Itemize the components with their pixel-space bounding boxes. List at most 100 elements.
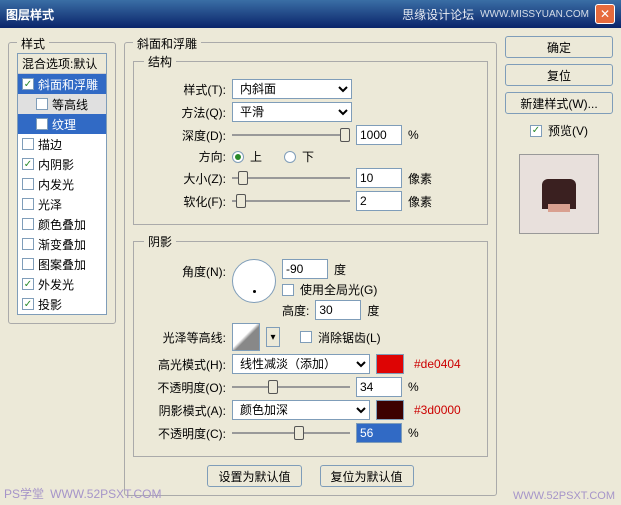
style-item-2[interactable]: 纹理 bbox=[18, 114, 106, 134]
forum-url: WWW.MISSYUAN.COM bbox=[480, 9, 589, 20]
style-checkbox[interactable]: ✓ bbox=[22, 158, 34, 170]
style-checkbox[interactable] bbox=[36, 118, 48, 130]
structure-legend: 结构 bbox=[144, 53, 176, 70]
shading-legend: 阴影 bbox=[144, 233, 176, 250]
style-item-4[interactable]: ✓ 内阴影 bbox=[18, 154, 106, 174]
size-label: 大小(Z): bbox=[144, 170, 226, 187]
shading-group: 阴影 角度(N): 度 使用全局光(G) 高 bbox=[133, 233, 488, 457]
cancel-button[interactable]: 复位 bbox=[505, 64, 613, 86]
antialias-label: 消除锯齿(L) bbox=[318, 329, 381, 346]
highlight-mode-select[interactable]: 线性减淡（添加） bbox=[232, 354, 370, 374]
altitude-input[interactable] bbox=[315, 300, 361, 320]
soften-slider[interactable] bbox=[232, 192, 350, 210]
style-select[interactable]: 内斜面 bbox=[232, 79, 352, 99]
style-checkbox[interactable] bbox=[22, 198, 34, 210]
style-item-label: 颜色叠加 bbox=[38, 216, 86, 233]
angle-label: 角度(N): bbox=[144, 259, 226, 280]
highlight-mode-label: 高光模式(H): bbox=[144, 356, 226, 373]
depth-slider[interactable] bbox=[232, 126, 350, 144]
ok-button[interactable]: 确定 bbox=[505, 36, 613, 58]
depth-input[interactable] bbox=[356, 125, 402, 145]
global-light-label: 使用全局光(G) bbox=[300, 281, 377, 298]
style-checkbox[interactable] bbox=[22, 238, 34, 250]
style-item-label: 描边 bbox=[38, 136, 62, 153]
style-label: 样式(T): bbox=[144, 81, 226, 98]
highlight-opacity-slider[interactable] bbox=[232, 378, 350, 396]
style-checkbox[interactable] bbox=[22, 258, 34, 270]
gloss-contour-dropdown[interactable] bbox=[266, 327, 280, 347]
preview-checkbox[interactable]: ✓ bbox=[530, 125, 542, 137]
preview-label: 预览(V) bbox=[548, 122, 588, 139]
bevel-panel-title: 斜面和浮雕 bbox=[133, 35, 201, 52]
style-checkbox[interactable] bbox=[22, 178, 34, 190]
highlight-hex: #de0404 bbox=[414, 357, 461, 371]
forum-name: 思缘设计论坛 bbox=[402, 6, 474, 23]
highlight-opacity-label: 不透明度(O): bbox=[144, 379, 226, 396]
style-item-label: 内发光 bbox=[38, 176, 74, 193]
styles-list: 混合选项:默认 ✓ 斜面和浮雕等高线纹理描边 ✓ 内阴影内发光光泽颜色叠加渐变叠加图案… bbox=[17, 53, 107, 315]
global-light-checkbox[interactable] bbox=[282, 284, 294, 296]
style-item-label: 内阴影 bbox=[38, 156, 74, 173]
style-item-1[interactable]: 等高线 bbox=[18, 94, 106, 114]
style-item-label: 纹理 bbox=[52, 116, 76, 133]
new-style-button[interactable]: 新建样式(W)... bbox=[505, 92, 613, 114]
soften-label: 软化(F): bbox=[144, 193, 226, 210]
style-item-label: 光泽 bbox=[38, 196, 62, 213]
antialias-checkbox[interactable] bbox=[300, 331, 312, 343]
style-item-label: 斜面和浮雕 bbox=[38, 76, 98, 93]
style-item-label: 投影 bbox=[38, 296, 62, 313]
reset-default-button[interactable]: 复位为默认值 bbox=[320, 465, 414, 487]
style-checkbox[interactable]: ✓ bbox=[22, 278, 34, 290]
direction-up-radio[interactable] bbox=[232, 151, 244, 163]
titlebar: 图层样式 思缘设计论坛 WWW.MISSYUAN.COM ✕ bbox=[0, 0, 621, 28]
style-checkbox[interactable] bbox=[36, 98, 48, 110]
style-item-5[interactable]: 内发光 bbox=[18, 174, 106, 194]
gloss-contour-label: 光泽等高线: bbox=[144, 329, 226, 346]
angle-dial[interactable] bbox=[232, 259, 276, 303]
make-default-button[interactable]: 设置为默认值 bbox=[207, 465, 301, 487]
style-item-10[interactable]: ✓ 外发光 bbox=[18, 274, 106, 294]
shadow-opacity-slider[interactable] bbox=[232, 424, 350, 442]
style-item-8[interactable]: 渐变叠加 bbox=[18, 234, 106, 254]
size-input[interactable] bbox=[356, 168, 402, 188]
soften-input[interactable] bbox=[356, 191, 402, 211]
window-title: 图层样式 bbox=[6, 6, 54, 23]
style-item-label: 图案叠加 bbox=[38, 256, 86, 273]
style-item-6[interactable]: 光泽 bbox=[18, 194, 106, 214]
depth-label: 深度(D): bbox=[144, 127, 226, 144]
shadow-opacity-input[interactable] bbox=[356, 423, 402, 443]
style-item-11[interactable]: ✓ 投影 bbox=[18, 294, 106, 314]
style-item-3[interactable]: 描边 bbox=[18, 134, 106, 154]
technique-select[interactable]: 平滑 bbox=[232, 102, 352, 122]
preview-thumbnail bbox=[519, 154, 599, 234]
style-item-label: 渐变叠加 bbox=[38, 236, 86, 253]
shadow-mode-select[interactable]: 颜色加深 bbox=[232, 400, 370, 420]
direction-down-radio[interactable] bbox=[284, 151, 296, 163]
style-item-9[interactable]: 图案叠加 bbox=[18, 254, 106, 274]
size-slider[interactable] bbox=[232, 169, 350, 187]
structure-group: 结构 样式(T): 内斜面 方法(Q): 平滑 深度(D): % 方向: bbox=[133, 53, 488, 225]
style-checkbox[interactable]: ✓ bbox=[22, 78, 34, 90]
close-icon[interactable]: ✕ bbox=[595, 4, 615, 24]
styles-panel: 样式 混合选项:默认 ✓斜面和浮雕等高线纹理描边✓内阴影内发光光泽颜色叠加渐变叠… bbox=[8, 42, 116, 324]
style-item-label: 等高线 bbox=[52, 96, 88, 113]
style-checkbox[interactable]: ✓ bbox=[22, 298, 34, 310]
watermark-right: WWW.52PSXT.COM bbox=[513, 490, 615, 502]
technique-label: 方法(Q): bbox=[144, 104, 226, 121]
watermark-left: PS学堂 WWW.52PSXT.COM bbox=[4, 485, 161, 502]
shadow-opacity-label: 不透明度(C): bbox=[144, 425, 226, 442]
angle-input[interactable] bbox=[282, 259, 328, 279]
direction-label: 方向: bbox=[144, 148, 226, 165]
highlight-color-swatch[interactable] bbox=[376, 354, 404, 374]
shadow-color-swatch[interactable] bbox=[376, 400, 404, 420]
gloss-contour-swatch[interactable] bbox=[232, 323, 260, 351]
style-item-7[interactable]: 颜色叠加 bbox=[18, 214, 106, 234]
shadow-hex: #3d0000 bbox=[414, 403, 461, 417]
style-item-0[interactable]: ✓ 斜面和浮雕 bbox=[18, 74, 106, 94]
style-checkbox[interactable] bbox=[22, 218, 34, 230]
blend-options[interactable]: 混合选项:默认 bbox=[18, 54, 106, 74]
shadow-mode-label: 阴影模式(A): bbox=[144, 402, 226, 419]
highlight-opacity-input[interactable] bbox=[356, 377, 402, 397]
style-checkbox[interactable] bbox=[22, 138, 34, 150]
style-item-label: 外发光 bbox=[38, 276, 74, 293]
